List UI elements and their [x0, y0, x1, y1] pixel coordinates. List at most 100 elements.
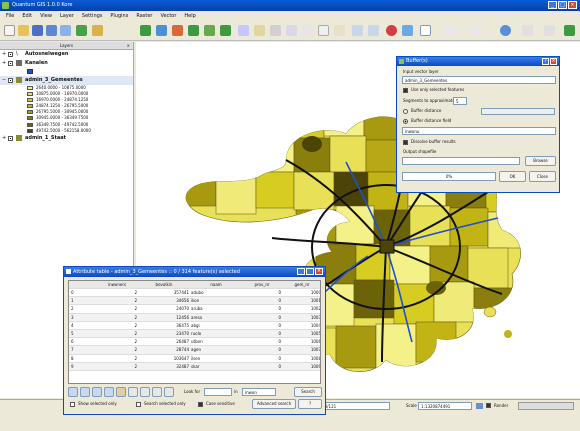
menu-edit[interactable]: Edit [22, 13, 32, 19]
measure-icon[interactable] [522, 25, 533, 36]
node-tool-icon[interactable] [286, 25, 297, 36]
search-field-select[interactable]: inwon [242, 388, 276, 396]
show-selected-checkbox[interactable] [70, 402, 75, 407]
close-icon[interactable]: × [568, 1, 577, 9]
column-header[interactable]: bevolkin [139, 281, 189, 289]
advanced-search-button[interactable]: Advanced search [252, 399, 296, 409]
table-cell[interactable]: 0 [243, 305, 281, 313]
stop-icon[interactable] [386, 25, 397, 36]
projection-icon[interactable] [476, 403, 483, 409]
remove-layer-icon[interactable] [172, 25, 183, 36]
row-header[interactable]: 3 [71, 314, 93, 322]
table-cell[interactable]: aruba [191, 305, 241, 313]
table-cell[interactable]: 36475 [139, 322, 189, 330]
table-cell[interactable]: 1004 [283, 322, 320, 330]
table-cell[interactable]: 1001 [283, 297, 320, 305]
overflow-icon[interactable] [564, 25, 575, 36]
row-header[interactable]: 1 [71, 297, 93, 305]
row-header[interactable]: 4 [71, 322, 93, 330]
buffer-field-radio[interactable] [403, 119, 408, 124]
table-cell[interactable]: 0 [243, 297, 281, 305]
close-button[interactable]: Close [529, 171, 556, 182]
buffer-field-select[interactable]: inwonu [402, 127, 556, 135]
render-checkbox[interactable] [486, 403, 491, 408]
table-row[interactable]: 8 2 103647 ilsen 0 1008 [69, 355, 320, 363]
paste-icon[interactable] [334, 25, 345, 36]
row-header[interactable]: 8 [71, 355, 93, 363]
search-input[interactable] [204, 388, 232, 396]
edit-toggle-icon[interactable] [128, 387, 138, 397]
table-cell[interactable]: 103647 [139, 355, 189, 363]
help-icon[interactable] [402, 25, 413, 36]
close-icon[interactable]: × [550, 58, 557, 65]
layer-visibility-checkbox[interactable] [8, 52, 13, 57]
table-cell[interactable]: ikon [191, 297, 241, 305]
table-cell[interactable]: 28744 [139, 346, 189, 354]
move-selected-top-icon[interactable] [80, 387, 90, 397]
maximize-button[interactable]: □ [558, 1, 567, 9]
column-header[interactable]: naam [191, 281, 241, 289]
table-cell[interactable]: 0 [243, 355, 281, 363]
table-cell[interactable]: 2 [97, 322, 137, 330]
table-cell[interactable]: 24070 [139, 305, 189, 313]
scale-field[interactable]: 1:1320874491 [418, 402, 472, 410]
table-cell[interactable]: 1002 [283, 305, 320, 313]
invert-selection-icon[interactable] [92, 387, 102, 397]
zoom-in-icon[interactable] [444, 25, 455, 36]
row-header[interactable]: 6 [71, 338, 93, 346]
identify-icon[interactable] [420, 25, 431, 36]
add-vector-icon[interactable] [76, 25, 87, 36]
save-icon[interactable] [32, 25, 43, 36]
table-cell[interactable]: 2 [97, 346, 137, 354]
save-as-icon[interactable] [46, 25, 57, 36]
table-cell[interactable]: adubo [191, 289, 241, 297]
search-selected-checkbox[interactable] [136, 402, 141, 407]
new-project-icon[interactable] [4, 25, 15, 36]
table-cell[interactable]: 2 [97, 305, 137, 313]
table-row[interactable]: 1 2 34656 ikon 0 1001 [69, 297, 320, 306]
delete-feature-icon[interactable] [302, 25, 313, 36]
table-cell[interactable]: 12456 [139, 314, 189, 322]
close-icon[interactable]: × [315, 268, 323, 275]
menu-layer[interactable]: Layer [60, 13, 74, 19]
table-row[interactable]: 7 2 28744 agen 0 1007 [69, 346, 320, 355]
table-cell[interactable]: 2 [97, 314, 137, 322]
move-feature-icon[interactable] [270, 25, 281, 36]
redo-icon[interactable] [368, 25, 379, 36]
layer-visibility-checkbox[interactable] [8, 61, 13, 66]
table-cell[interactable]: 26487 [139, 338, 189, 346]
menu-vector[interactable]: Vector [160, 13, 176, 19]
table-cell[interactable]: 0 [243, 289, 281, 297]
minimize-button[interactable] [297, 268, 305, 275]
table-cell[interactable]: 2 [97, 355, 137, 363]
table-cell[interactable]: 2 [97, 297, 137, 305]
use-selected-checkbox[interactable] [403, 88, 408, 93]
cut-icon[interactable] [318, 25, 329, 36]
column-header[interactable]: prov_nr [243, 281, 281, 289]
table-cell[interactable]: agen [191, 346, 241, 354]
delete-column-icon[interactable] [140, 387, 150, 397]
table-cell[interactable]: 1007 [283, 346, 320, 354]
table-cell[interactable]: 2 [97, 330, 137, 338]
row-header[interactable]: 7 [71, 346, 93, 354]
table-cell[interactable]: 0 [243, 363, 281, 371]
table-cell[interactable]: 32487 [139, 363, 189, 371]
hide-all-icon[interactable] [220, 25, 231, 36]
add-layer-icon[interactable] [140, 25, 151, 36]
buffer-distance-input[interactable] [481, 108, 555, 115]
table-cell[interactable]: 0 [243, 314, 281, 322]
table-cell[interactable]: 34656 [139, 297, 189, 305]
ok-button[interactable]: OK [499, 171, 526, 182]
zoom-to-selection-icon[interactable] [116, 387, 126, 397]
table-cell[interactable]: 1008 [283, 355, 320, 363]
layer-item-gemeentes[interactable]: − admin_3_Gemeentes [0, 76, 133, 85]
table-row[interactable]: 3 2 12456 aresa 0 1003 [69, 313, 320, 322]
table-row[interactable]: 0 2 357441 adubo 0 1000 [69, 289, 320, 298]
segments-spinbox[interactable]: 5 [453, 97, 467, 105]
table-cell[interactable]: 0 [243, 346, 281, 354]
layer-item-staat[interactable]: + admin_1_Staat [0, 134, 133, 143]
copy-rows-icon[interactable] [104, 387, 114, 397]
new-column-icon[interactable] [152, 387, 162, 397]
print-icon[interactable] [60, 25, 71, 36]
unselect-icon[interactable] [68, 387, 78, 397]
